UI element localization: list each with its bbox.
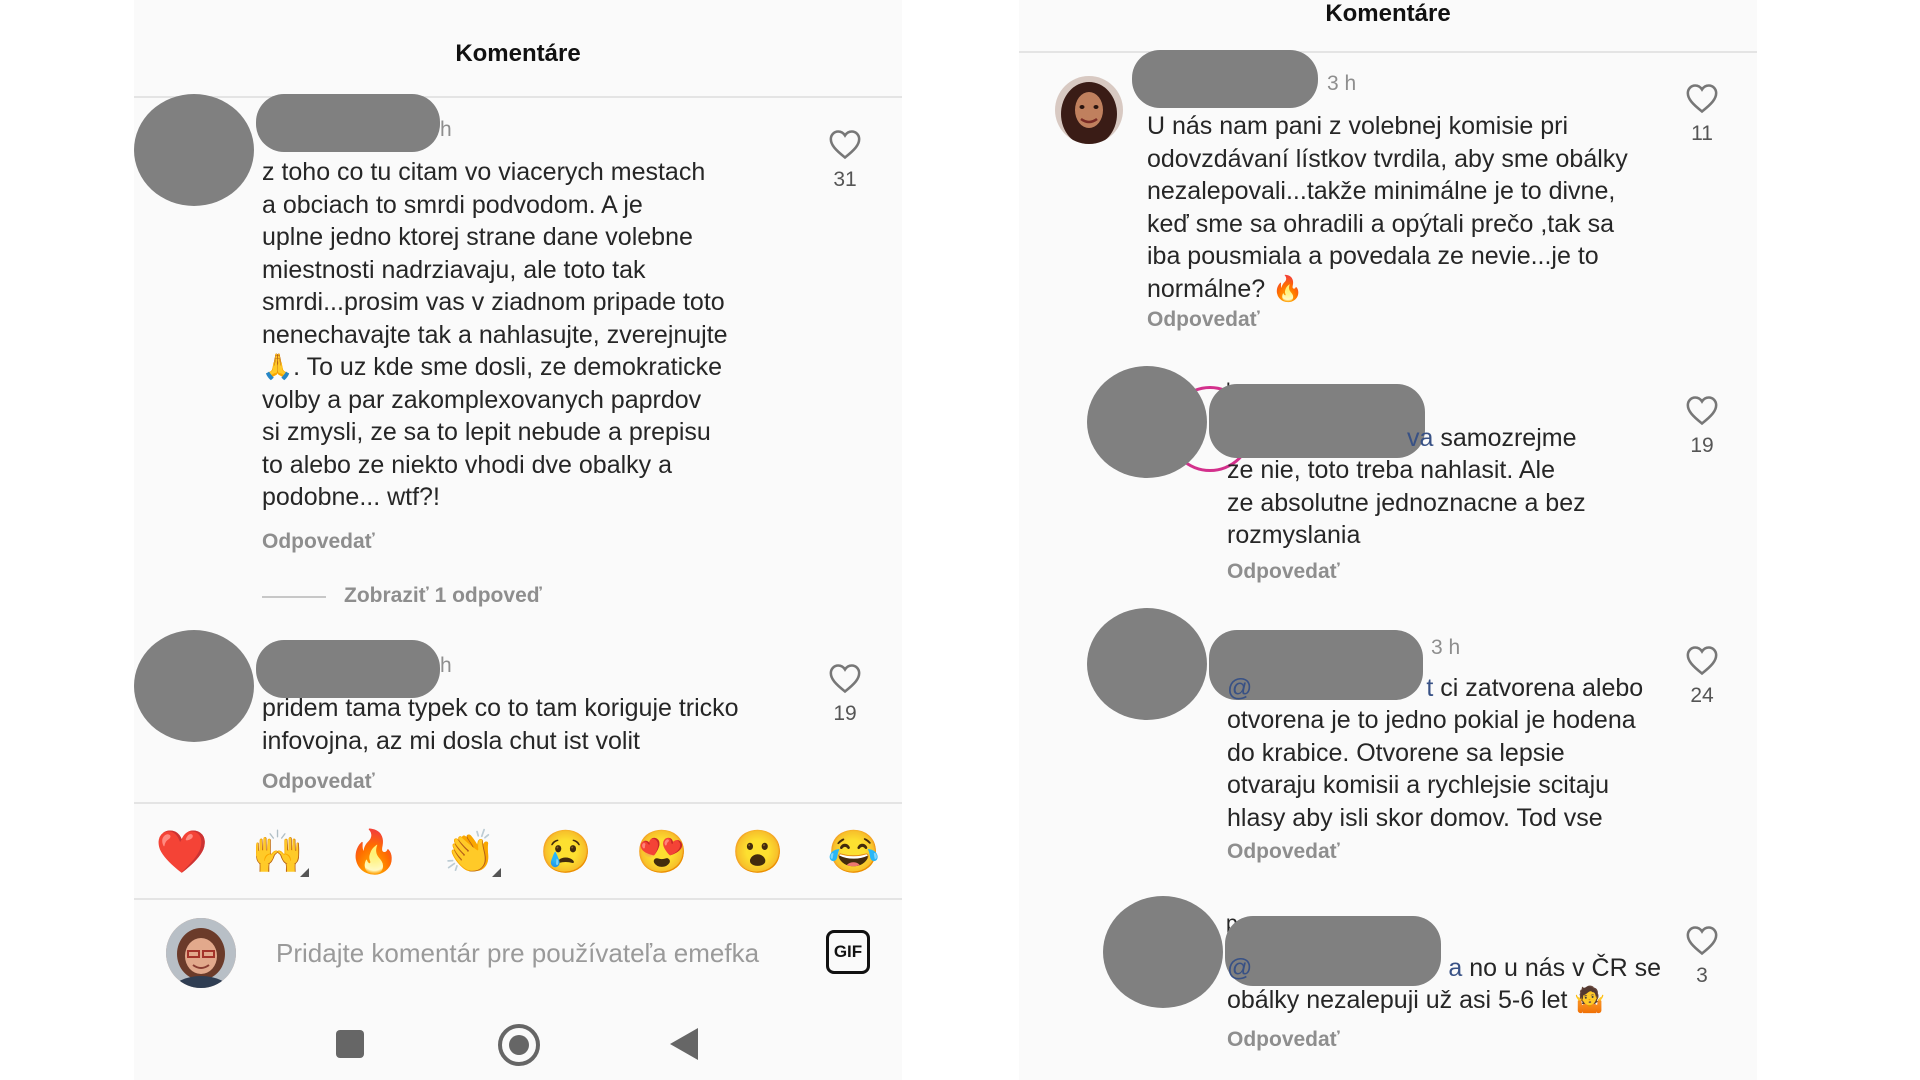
heart-icon[interactable]: [1685, 82, 1719, 114]
tears-of-joy-emoji-button[interactable]: 😂: [819, 828, 889, 877]
reply-text: obálky nezalepuji už asi 5-6 let 🤷: [1227, 986, 1606, 1014]
comments-title: Komentáre: [1325, 0, 1451, 27]
avatar-redacted[interactable]: [134, 94, 254, 206]
crying-face-emoji-button[interactable]: 😢: [531, 828, 601, 877]
comment-input[interactable]: Pridajte komentár pre používateľa emefka: [276, 938, 759, 969]
heart-icon[interactable]: [1685, 924, 1719, 956]
heart-icon[interactable]: [1685, 394, 1719, 426]
like-count: 3: [1696, 964, 1708, 987]
header-divider: [1019, 51, 1757, 53]
heart-icon[interactable]: [828, 128, 862, 160]
comments-title: Komentáre: [455, 40, 581, 67]
mention-link[interactable]: va: [1407, 424, 1433, 452]
like-count: 19: [1690, 434, 1714, 457]
heart-emoji-button[interactable]: ❤️: [147, 828, 217, 877]
input-divider: [134, 898, 902, 900]
reply-text-first-line: @ t ci zatvorena alebo: [1227, 674, 1644, 702]
comment-text: pridem tama typek co to tam koriguje tri…: [262, 694, 739, 755]
header-divider: [134, 96, 902, 98]
commenter-avatar[interactable]: [1055, 76, 1123, 144]
astonished-face-emoji-button[interactable]: 😮: [723, 828, 793, 877]
show-replies-button[interactable]: Zobraziť 1 odpoveď: [344, 584, 542, 608]
like-count: 31: [833, 168, 857, 191]
my-avatar: [166, 918, 236, 988]
avatar-redacted[interactable]: [1087, 366, 1207, 478]
comment-time: 3 h: [1431, 636, 1461, 659]
comment-text: z toho co tu citam vo viacerych mestach …: [262, 158, 728, 511]
avatar-redacted[interactable]: [1103, 896, 1223, 1008]
reply-text-first-line: va samozrejme: [1407, 424, 1577, 452]
reply-button[interactable]: Odpovedať: [262, 770, 375, 794]
left-screenshot-panel: Komentáre h z toho co tu citam vo viacer…: [134, 0, 902, 1080]
clapping-hands-emoji-button[interactable]: 👏: [435, 828, 505, 877]
comment-time: 3 h: [1327, 72, 1357, 95]
android-navigation-bar: [134, 1010, 902, 1070]
like-count: 24: [1690, 684, 1714, 707]
reply-button[interactable]: Odpovedať: [1227, 560, 1340, 584]
back-icon[interactable]: [670, 1028, 698, 1060]
reply-button[interactable]: Odpovedať: [1227, 1028, 1340, 1052]
reply-button[interactable]: Odpovedať: [1227, 840, 1340, 864]
replies-line: [262, 596, 326, 598]
recent-apps-icon[interactable]: [336, 1030, 364, 1058]
reply-text-first-line: @ a no u nás v ČR se: [1227, 954, 1662, 982]
heart-icon[interactable]: [1685, 644, 1719, 676]
mention-link[interactable]: @ a: [1227, 954, 1462, 982]
emoji-bar-divider: [134, 802, 902, 804]
comment-text: U nás nam pani z volebnej komisie pri od…: [1147, 112, 1628, 303]
reply-text: otvorena je to jedno pokial je hodena do…: [1227, 706, 1636, 832]
fire-emoji-button[interactable]: 🔥: [339, 828, 409, 877]
right-screenshot-panel: Komentáre 3 h U nás nam pani z volebnej …: [1019, 0, 1757, 1080]
username-redacted[interactable]: [1132, 50, 1318, 108]
like-count: 19: [833, 702, 857, 725]
gif-button[interactable]: GIF: [826, 930, 870, 974]
reply-button[interactable]: Odpovedať: [262, 530, 375, 554]
username-redacted[interactable]: [256, 640, 440, 698]
avatar-redacted[interactable]: [1087, 608, 1207, 720]
reply-button[interactable]: Odpovedať: [1147, 308, 1260, 332]
heart-eyes-emoji-button[interactable]: 😍: [627, 828, 697, 877]
comment-time: h: [440, 654, 452, 677]
home-icon[interactable]: [498, 1024, 540, 1066]
mention-link[interactable]: @ t: [1227, 674, 1433, 702]
like-count: 11: [1691, 122, 1713, 145]
heart-icon[interactable]: [828, 662, 862, 694]
username-redacted[interactable]: [256, 94, 440, 152]
reply-text: ze nie, toto treba nahlasit. Ale ze abso…: [1227, 456, 1586, 549]
comment-time: h: [440, 118, 452, 141]
raising-hands-emoji-button[interactable]: 🙌: [243, 828, 313, 877]
emoji-reaction-bar: ❤️ 🙌 🔥 👏 😢 😍 😮 😂: [134, 820, 902, 884]
avatar-redacted[interactable]: [134, 630, 254, 742]
